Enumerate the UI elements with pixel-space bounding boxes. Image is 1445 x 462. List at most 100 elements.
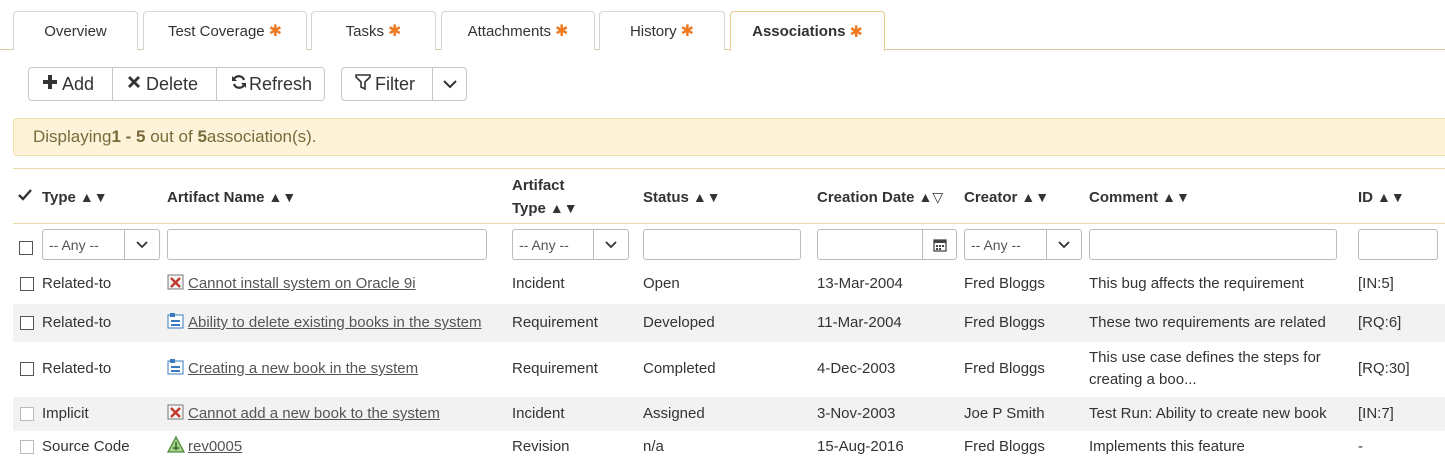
row-date: 13-Mar-2004	[817, 275, 903, 292]
tab-history[interactable]: History ✱	[599, 11, 725, 50]
grid-header: Type ▲▼ Artifact Name ▲▼ Artifact Type ▲▼ S…	[13, 169, 1445, 224]
tab-tasks[interactable]: Tasks ✱	[311, 11, 436, 50]
row-checkbox[interactable]	[20, 316, 34, 330]
row-id: [IN:7]	[1358, 405, 1394, 422]
artifact-link[interactable]: Ability to delete existing books in the …	[188, 314, 481, 331]
add-button[interactable]: Add	[29, 68, 113, 100]
row-checkbox[interactable]	[20, 440, 34, 454]
tab-label: Test Coverage	[167, 22, 265, 40]
banner-total: 5	[197, 127, 207, 146]
refresh-label: Refresh	[249, 73, 313, 94]
incident-icon	[167, 403, 185, 421]
action-toolbar: Add Delete Refresh	[28, 67, 325, 101]
row-artifact-name[interactable]: Creating a new book in the system	[167, 358, 418, 380]
filter-row: -- Any -- -- Any -- -- Any --	[13, 224, 1445, 264]
col-comment[interactable]: Comment ▲▼	[1089, 186, 1190, 209]
funnel-icon	[355, 73, 371, 95]
filter-dropdown-button[interactable]	[433, 68, 466, 100]
artifact-type-filter-value: -- Any --	[519, 236, 569, 253]
col-creator-label: Creator	[964, 189, 1018, 206]
sort-icon[interactable]: ▲▼	[1162, 189, 1190, 205]
incident-icon	[167, 273, 185, 291]
tab-label: Associations	[752, 23, 846, 40]
row-creator: Fred Bloggs	[964, 438, 1045, 455]
row-id: [RQ:30]	[1358, 360, 1410, 377]
row-date: 3-Nov-2003	[817, 405, 896, 422]
artifact-link[interactable]: Creating a new book in the system	[188, 360, 418, 377]
chevron-down-icon	[124, 230, 159, 259]
creator-filter-value: -- Any --	[971, 236, 1021, 253]
creator-filter-select[interactable]: -- Any --	[964, 229, 1082, 260]
row-status: Developed	[643, 314, 715, 331]
sort-icon[interactable]: ▲▼	[269, 189, 297, 205]
col-creation-date-label: Creation Date	[817, 189, 915, 206]
col-creation-date[interactable]: Creation Date ▲▽	[817, 186, 943, 209]
delete-label: Delete	[146, 73, 199, 94]
row-checkbox[interactable]	[20, 277, 34, 291]
modified-star-icon: ✱	[268, 23, 283, 40]
tab-overview[interactable]: Overview	[13, 11, 138, 50]
row-comment: Test Run: Ability to create new book	[1089, 405, 1327, 422]
calendar-icon[interactable]	[922, 230, 956, 259]
row-artifact-name[interactable]: Cannot install system on Oracle 9i	[167, 273, 416, 295]
refresh-icon	[231, 74, 247, 95]
sort-icon[interactable]: ▲▽	[919, 189, 944, 205]
type-filter-select[interactable]: -- Any --	[42, 229, 160, 260]
plus-icon	[42, 74, 58, 95]
select-all-check-icon[interactable]	[18, 187, 32, 209]
select-all-checkbox[interactable]	[19, 241, 33, 255]
creation-date-filter-input[interactable]	[817, 229, 957, 260]
row-artifact-name[interactable]: rev0005	[166, 435, 242, 458]
col-id[interactable]: ID ▲▼	[1358, 186, 1405, 209]
row-checkbox[interactable]	[20, 362, 34, 376]
banner-middle: out of	[145, 127, 198, 146]
delete-button[interactable]: Delete	[113, 68, 217, 100]
row-date: 15-Aug-2016	[817, 438, 904, 455]
artifact-link[interactable]: rev0005	[188, 438, 242, 455]
x-icon	[126, 74, 142, 95]
row-artifact-name[interactable]: Ability to delete existing books in the …	[167, 312, 481, 334]
tab-label: Attachments	[467, 22, 551, 40]
table-row: Related-to Cannot install system on Orac…	[13, 264, 1445, 304]
row-artifact-type: Requirement	[512, 314, 598, 331]
sort-icon[interactable]: ▲▼	[693, 189, 721, 205]
row-artifact-type: Incident	[512, 405, 565, 422]
row-checkbox[interactable]	[20, 407, 34, 421]
tab-test-coverage[interactable]: Test Coverage ✱	[143, 11, 307, 50]
row-creator: Fred Bloggs	[964, 275, 1045, 292]
status-filter-input[interactable]	[643, 229, 801, 260]
tab-label: Tasks	[345, 22, 384, 40]
tab-associations[interactable]: Associations ✱	[730, 11, 885, 51]
artifact-link[interactable]: Cannot add a new book to the system	[188, 405, 440, 422]
col-artifact-name[interactable]: Artifact Name ▲▼	[167, 186, 296, 209]
filter-button[interactable]: Filter	[342, 68, 433, 100]
row-artifact-type: Requirement	[512, 360, 598, 377]
sort-icon[interactable]: ▲▼	[1021, 189, 1049, 205]
artifact-type-filter-select[interactable]: -- Any --	[512, 229, 629, 260]
associations-grid: Type ▲▼ Artifact Name ▲▼ Artifact Type ▲▼ S…	[13, 168, 1445, 455]
refresh-button[interactable]: Refresh	[217, 68, 324, 100]
modified-star-icon: ✱	[387, 23, 402, 40]
row-status: Open	[643, 275, 680, 292]
row-artifact-name[interactable]: Cannot add a new book to the system	[167, 403, 440, 425]
sort-icon[interactable]: ▲▼	[550, 200, 578, 216]
artifact-link[interactable]: Cannot install system on Oracle 9i	[188, 275, 416, 292]
row-creator: Fred Bloggs	[964, 360, 1045, 377]
results-count-banner: Displaying 1 - 5 out of 5 association(s)…	[13, 118, 1445, 156]
col-type[interactable]: Type ▲▼	[42, 186, 108, 209]
sort-icon[interactable]: ▲▼	[1377, 189, 1405, 205]
col-artifact-name-label: Artifact Name	[167, 189, 265, 206]
col-artifact-type[interactable]: Artifact Type ▲▼	[512, 175, 632, 220]
row-status: Completed	[643, 360, 716, 377]
col-creator[interactable]: Creator ▲▼	[964, 186, 1049, 209]
row-creator: Joe P Smith	[964, 405, 1045, 422]
id-filter-input[interactable]	[1358, 229, 1438, 260]
requirement-icon	[167, 312, 185, 330]
comment-filter-input[interactable]	[1089, 229, 1337, 260]
col-status[interactable]: Status ▲▼	[643, 186, 721, 209]
sort-icon[interactable]: ▲▼	[80, 189, 108, 205]
artifact-name-filter-input[interactable]	[167, 229, 487, 260]
tab-attachments[interactable]: Attachments ✱	[441, 11, 595, 50]
row-type: Implicit	[42, 405, 89, 422]
modified-star-icon: ✱	[554, 23, 569, 40]
